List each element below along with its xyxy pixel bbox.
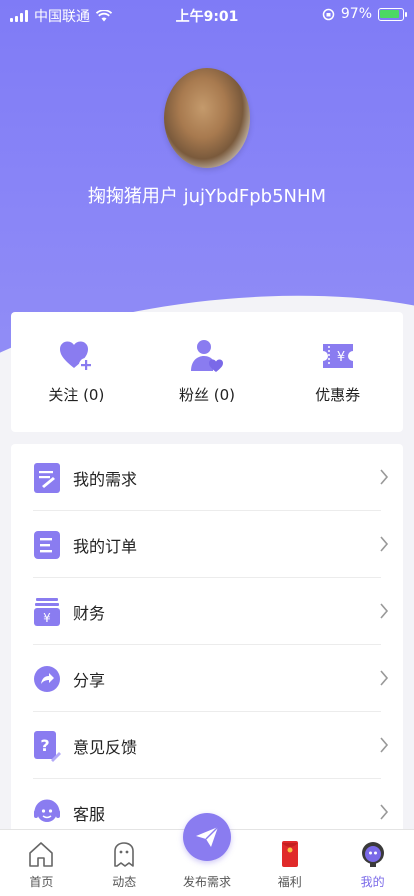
battery-icon (378, 7, 407, 21)
finance-icon: ¥ (34, 597, 60, 626)
chevron-right-icon (380, 804, 389, 820)
stat-following-label: 关注 (0) (48, 386, 105, 404)
chevron-right-icon (380, 469, 389, 485)
orientation-lock-icon (322, 8, 335, 20)
person-heart-icon (191, 340, 223, 372)
tab-welfare[interactable]: 福利 (248, 830, 331, 896)
stat-coupons-label: 优惠券 (315, 386, 361, 404)
coupon-icon: ¥ (322, 344, 353, 368)
customer-service-icon (34, 799, 60, 822)
menu-item-label: 分享 (73, 670, 106, 690)
tab-moments[interactable]: 动态 (83, 830, 166, 896)
menu-item-label: 意见反馈 (73, 737, 138, 757)
feedback-icon: ? (34, 730, 61, 762)
tab-mine-label: 我的 (360, 875, 385, 889)
chevron-right-icon (380, 536, 389, 552)
publish-button[interactable] (182, 813, 231, 861)
stat-followers-label: 粉丝 (0) (178, 386, 236, 404)
menu-item-label: 我的订单 (73, 536, 138, 556)
heart-plus-icon (60, 341, 94, 372)
menu-item-my-orders[interactable]: 我的订单 (11, 511, 403, 578)
home-icon (29, 842, 54, 867)
tab-publish-label: 发布需求 (182, 875, 231, 889)
red-envelope-icon (281, 841, 298, 867)
menu-item-share[interactable]: 分享 (11, 645, 403, 712)
svg-text:¥: ¥ (43, 611, 51, 625)
menu-item-my-requirements[interactable]: 我的需求 (11, 444, 403, 511)
chevron-right-icon (380, 737, 389, 753)
stats-card: 关注 (0) 粉丝 (0) ¥ 优惠券 (11, 312, 403, 432)
menu-list: 我的需求 我的订单 ¥ 财务 分享 ? 意见反馈 客服 (11, 444, 403, 844)
chevron-right-icon (380, 603, 389, 619)
tab-home-label: 首页 (29, 875, 54, 889)
tab-welfare-label: 福利 (277, 875, 302, 889)
profile-icon (361, 842, 384, 867)
stat-coupons[interactable]: ¥ 优惠券 (272, 312, 403, 432)
menu-item-feedback[interactable]: ? 意见反馈 (11, 712, 403, 779)
send-icon (195, 826, 219, 847)
menu-item-label: 客服 (73, 804, 106, 824)
svg-text:¥: ¥ (337, 350, 345, 365)
username: 掬掬猪用户 jujYbdFpb5NHM (87, 186, 327, 207)
stat-followers[interactable]: 粉丝 (0) (142, 312, 273, 432)
tab-bar: 首页 动态 发布需求 福利 我的 (0, 813, 414, 896)
avatar[interactable] (164, 68, 250, 168)
orders-icon (34, 530, 60, 559)
chevron-right-icon (380, 670, 389, 686)
requirements-icon (34, 462, 60, 493)
status-bar: 中国联通 上午9:01 97% (0, 0, 414, 30)
svg-text:?: ? (40, 736, 49, 755)
tab-mine[interactable]: 我的 (331, 830, 414, 896)
tab-publish[interactable]: 发布需求 (166, 813, 249, 896)
menu-item-label: 我的需求 (73, 469, 138, 489)
tab-home[interactable]: 首页 (0, 830, 83, 896)
battery-percent: 97% (340, 6, 372, 22)
menu-item-finance[interactable]: ¥ 财务 (11, 578, 403, 645)
share-icon (34, 665, 60, 692)
stat-following[interactable]: 关注 (0) (11, 312, 142, 432)
tab-moments-label: 动态 (112, 875, 137, 889)
moments-icon (114, 842, 134, 867)
menu-item-label: 财务 (73, 603, 106, 623)
